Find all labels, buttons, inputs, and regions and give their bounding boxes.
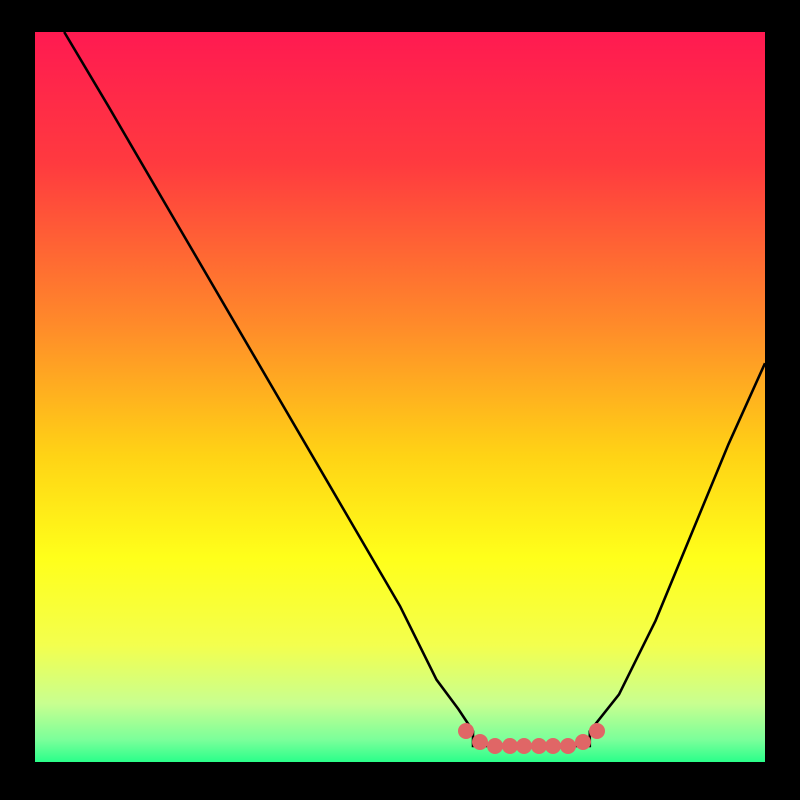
curve-path (64, 32, 765, 746)
highlight-dot (545, 738, 561, 754)
plot-area (35, 32, 765, 768)
highlight-dot (560, 738, 576, 754)
highlight-dot (458, 723, 474, 739)
highlight-dot (575, 734, 591, 750)
chart-frame (0, 0, 800, 800)
highlight-dot (589, 723, 605, 739)
highlight-dot (472, 734, 488, 750)
highlight-dot (502, 738, 518, 754)
highlight-dot (516, 738, 532, 754)
highlight-dot (487, 738, 503, 754)
bottleneck-curve (35, 32, 765, 768)
highlight-dot (531, 738, 547, 754)
